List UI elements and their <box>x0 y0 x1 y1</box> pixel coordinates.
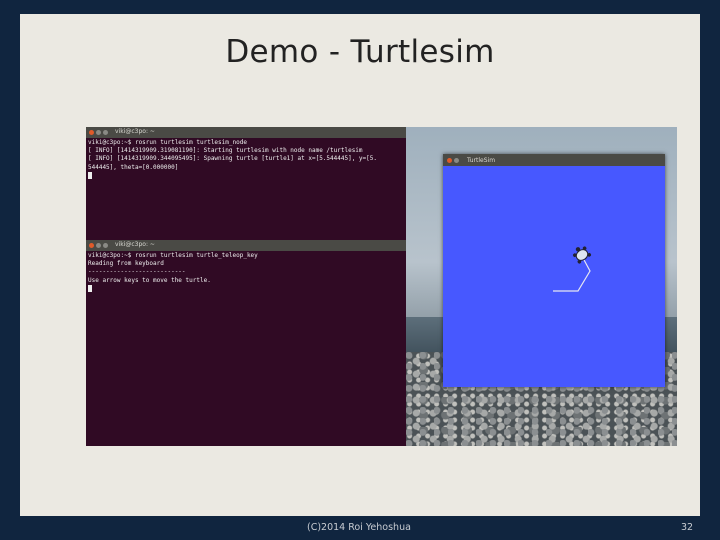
minimize-icon[interactable] <box>96 130 101 135</box>
page-number: 32 <box>681 522 694 533</box>
turtlesim-title: TurtleSim <box>467 156 496 164</box>
terminal-titlebar[interactable]: viki@c3po: ~ <box>86 240 406 251</box>
close-icon[interactable] <box>89 243 94 248</box>
turtlesim-window[interactable]: TurtleSim <box>443 154 665 387</box>
close-icon[interactable] <box>89 130 94 135</box>
terminal-output[interactable]: viki@c3po:~$ rosrun turtlesim turtle_tel… <box>86 251 406 294</box>
terminal-line: [ INFO] [1414319909.344095495]: Spawning… <box>88 155 377 163</box>
turtle-icon <box>572 246 592 264</box>
terminal-output[interactable]: viki@c3po:~$ rosrun turtlesim turtlesim_… <box>86 138 406 181</box>
maximize-icon[interactable] <box>103 243 108 248</box>
minimize-icon[interactable] <box>454 157 459 163</box>
terminal-line: viki@c3po:~$ rosrun turtlesim turtle_tel… <box>88 252 258 259</box>
window-controls <box>89 130 108 135</box>
turtle-path <box>553 257 591 292</box>
window-controls <box>89 243 108 248</box>
slide: Demo - Turtlesim viki@c3po: ~ viki@c3po:… <box>20 14 700 516</box>
slide-title: Demo - Turtlesim <box>225 34 495 70</box>
copyright-text: (C)2014 Roi Yehoshua <box>307 522 411 533</box>
maximize-icon[interactable] <box>103 130 108 135</box>
turtlesim-canvas <box>553 246 592 292</box>
window-controls <box>447 157 459 163</box>
turtlesim-titlebar[interactable]: TurtleSim <box>443 154 665 166</box>
minimize-icon[interactable] <box>96 243 101 248</box>
terminal-window-teleop-key[interactable]: viki@c3po: ~ viki@c3po:~$ rosrun turtles… <box>86 240 406 446</box>
terminal-titlebar[interactable]: viki@c3po: ~ <box>86 127 406 138</box>
terminal-line: --------------------------- <box>88 268 186 276</box>
terminal-cursor <box>88 171 92 179</box>
terminal-window-turtlesim-node[interactable]: viki@c3po: ~ viki@c3po:~$ rosrun turtles… <box>86 127 406 240</box>
terminal-line: viki@c3po:~$ rosrun turtlesim turtlesim_… <box>88 139 247 146</box>
terminal-line: Reading from keyboard <box>88 260 164 268</box>
terminal-title: viki@c3po: ~ <box>115 241 155 249</box>
terminal-line: Use arrow keys to move the turtle. <box>88 276 211 284</box>
close-icon[interactable] <box>447 157 452 163</box>
terminal-line: 544445], theta=[0.000000] <box>88 163 179 171</box>
terminal-cursor <box>88 284 92 292</box>
desktop-screenshot: viki@c3po: ~ viki@c3po:~$ rosrun turtles… <box>86 127 677 446</box>
terminal-line: [ INFO] [1414319909.319081190]: Starting… <box>88 147 363 155</box>
terminal-title: viki@c3po: ~ <box>115 128 155 136</box>
